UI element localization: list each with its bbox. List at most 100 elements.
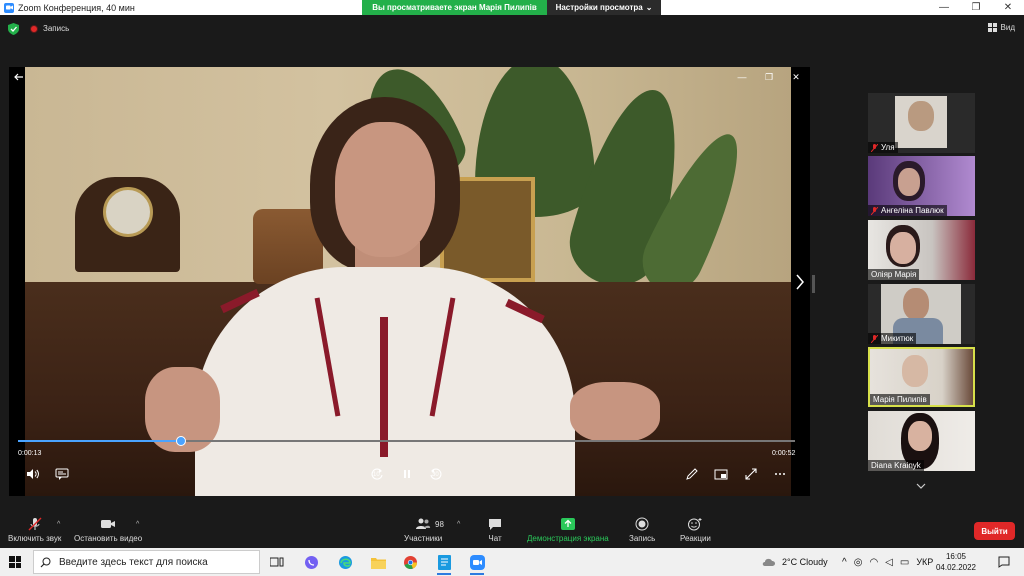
taskbar-search-box[interactable]: Введите здесь текст для поиска [33,550,260,574]
viber-icon[interactable] [302,553,320,571]
recording-indicator[interactable]: Запись [30,24,69,33]
participants-options-caret[interactable]: ^ [457,521,460,528]
minimize-button[interactable]: — [928,0,960,15]
participant-name-tag: Уля [868,142,898,153]
pip-icon [714,469,728,480]
mic-off-icon [871,206,878,215]
clock-face [103,187,153,237]
weather-widget[interactable]: 2°C Cloudy [762,548,828,576]
stop-video-button[interactable]: Остановить видео [74,517,142,543]
smiley-icon [688,518,702,531]
grid-icon [987,23,997,32]
chevron-up-icon[interactable]: ^ [842,557,847,568]
participant-tile[interactable]: Уля [868,93,975,153]
volume-button[interactable] [24,465,42,483]
participant-face [903,288,929,320]
fullscreen-button[interactable] [742,465,760,483]
maximize-button[interactable]: ❐ [960,0,992,15]
volume-icon[interactable]: ◁ [885,557,893,568]
participant-name-tag: Микитюк [868,333,917,344]
chat-label: Чат [488,534,502,543]
participant-face [898,168,920,196]
stop-video-label: Остановить видео [74,534,143,543]
participants-label: Участники [404,534,443,543]
picture-in-picture-button[interactable] [712,465,730,483]
battery-icon[interactable]: ▭ [900,557,909,568]
more-options-button[interactable] [771,465,789,483]
record-label: Запись [629,534,656,543]
participants-count: 98 [435,520,444,529]
panel-resize-handle[interactable] [812,275,815,293]
participant-tile-active-speaker[interactable]: Марія Пилипів [868,347,975,407]
participant-name-tag: Марія Пилипів [870,394,930,405]
recording-label: Запись [43,24,70,33]
close-button[interactable]: ✕ [992,0,1024,15]
participant-name-tag: Оліяр Марія [868,269,920,280]
share-screen-button[interactable]: Демонстрация экрана [527,517,609,543]
participant-tile[interactable]: Оліяр Марія [868,220,975,280]
speaker-icon [27,469,39,479]
share-screen-label: Демонстрация экрана [527,534,609,543]
meeting-toolbar: Включить звук ^ Остановить видео ^ Участ… [0,510,1024,548]
leave-meeting-button[interactable]: Выйти [974,522,1015,540]
mic-off-icon [871,334,878,343]
view-settings-button[interactable]: Настройки просмотра ⌄ [547,0,661,15]
participant-tile[interactable]: Микитюк [868,284,975,344]
participant-tile[interactable]: Ангеліна Павлюк [868,156,975,216]
chrome-browser-icon[interactable] [401,553,419,571]
keyboard-language[interactable]: УКР [916,557,933,567]
task-view-icon[interactable] [268,553,286,571]
chevron-down-icon [916,483,926,489]
back-arrow-icon[interactable] [13,71,25,83]
player-minimize-button[interactable]: — [736,71,748,83]
current-time: 0:00:13 [18,450,42,457]
player-close-button[interactable]: ✕ [790,71,802,83]
participant-tile[interactable]: Diana Krainyk [868,411,975,471]
document-app-icon[interactable] [435,553,453,575]
participant-name: Уля [881,143,895,152]
video-progress-bar[interactable] [18,436,795,446]
zoom-logo-icon [4,2,14,13]
file-explorer-icon[interactable] [369,553,387,571]
pause-button[interactable] [398,465,416,483]
taskbar-clock[interactable]: 16:05 04.02.2022 [936,551,976,573]
chevron-right-icon[interactable] [794,272,806,292]
participant-name: Ангеліна Павлюк [881,206,944,215]
chat-button[interactable]: Чат [487,517,503,543]
taskbar-search-placeholder: Введите здесь текст для поиска [59,556,208,568]
ellipsis-icon [775,473,785,475]
pencil-icon [686,468,698,480]
participant-name: Марія Пилипів [873,395,927,404]
scroll-participants-down-button[interactable] [897,477,945,495]
participant-name: Оліяр Марія [871,270,917,279]
participants-icon [416,518,431,529]
total-time: 0:00:52 [772,450,796,457]
reactions-button[interactable]: Реакции [680,517,711,543]
video-frame [25,67,791,496]
record-button[interactable]: Запись [629,517,655,543]
edge-browser-icon[interactable] [336,553,354,571]
subtitles-icon [55,468,69,480]
video-progress-fill [18,440,182,442]
share-banner: Вы просматриваете экран Марія Пилипів На… [362,0,661,15]
network-icon[interactable]: ◎ [854,557,863,568]
wifi-icon[interactable]: ◠ [869,557,878,568]
player-restore-button[interactable]: ❐ [763,71,775,83]
windows-start-icon[interactable] [9,556,21,568]
participant-name-tag: Ангеліна Павлюк [868,205,947,216]
unmute-button[interactable]: Включить звук [8,517,61,543]
notification-center-icon[interactable] [998,556,1010,568]
zoom-app-icon[interactable] [468,553,486,575]
audio-options-caret[interactable]: ^ [57,521,60,528]
shield-icon[interactable] [8,23,19,35]
shared-video-player[interactable]: — ❐ ✕ 0:00:13 0:00:52 10 30 [9,67,810,496]
view-button[interactable]: Вид [987,23,1015,32]
speaker-right-hand [570,382,660,442]
participant-face [902,355,928,387]
subtitles-button[interactable] [53,465,71,483]
windows-taskbar: Введите здесь текст для поиска 2°C Cloud… [0,548,1024,576]
annotate-button[interactable] [683,465,701,483]
mic-muted-icon [28,517,42,531]
record-dot-icon [30,24,38,33]
video-options-caret[interactable]: ^ [136,521,139,528]
